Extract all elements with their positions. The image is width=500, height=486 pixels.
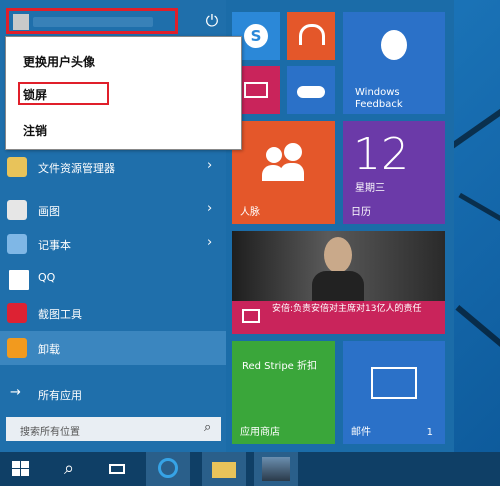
headphones-icon	[299, 24, 325, 45]
cloud-icon	[297, 86, 325, 98]
calendar-weekday: 星期三	[355, 183, 385, 194]
list-item-snipping-tool[interactable]: 截图工具	[0, 296, 226, 330]
task-view-icon[interactable]	[104, 452, 132, 486]
user-account-button[interactable]	[6, 8, 178, 34]
tile-windows-feedback[interactable]: Windows Feedback	[343, 12, 445, 114]
app-label: 文件资源管理器	[38, 162, 115, 175]
wallpaper-beam	[458, 192, 500, 233]
search-placeholder: 搜索所有位置	[20, 427, 80, 438]
menu-item-lock-screen[interactable]: 锁屏	[23, 86, 47, 103]
arrow-right-icon: →	[10, 385, 21, 400]
app-label: 截图工具	[38, 308, 82, 321]
chevron-right-icon[interactable]: ›	[207, 158, 212, 173]
tile-label: 应用商店	[240, 427, 280, 438]
taskbar-explorer-button[interactable]	[202, 452, 246, 486]
list-item-uninstall[interactable]: 卸载	[0, 331, 226, 365]
taskbar-ie-button[interactable]	[146, 452, 190, 486]
chevron-right-icon[interactable]: ›	[207, 235, 212, 250]
app-label: 卸载	[38, 343, 60, 356]
paint-icon	[7, 200, 27, 220]
list-item-qq[interactable]: QQ	[0, 261, 226, 295]
tile-store[interactable]: Red Stripe 折扣 应用商店	[232, 341, 335, 444]
power-icon[interactable]: ⏻	[201, 10, 223, 32]
list-item-paint[interactable]: 画图 ›	[0, 193, 226, 227]
feedback-person-icon	[381, 30, 407, 60]
calendar-day: 12	[353, 129, 409, 180]
photo-icon	[262, 457, 290, 481]
taskbar: ⌕	[0, 452, 500, 486]
snipping-tool-icon	[7, 303, 27, 323]
start-button[interactable]	[6, 452, 38, 486]
news-photo	[232, 231, 445, 301]
tile-people[interactable]: 人脉	[232, 121, 335, 224]
tile-mail[interactable]: 邮件 1	[343, 341, 445, 444]
menu-item-change-avatar[interactable]: 更换用户头像	[23, 53, 95, 70]
video-icon	[244, 82, 268, 98]
news-headline: 安倍:负责安倍对主席对13亿人的责任	[272, 304, 422, 314]
search-icon[interactable]: ⌕	[55, 452, 83, 486]
tile-onedrive[interactable]	[287, 66, 335, 114]
folder-icon	[212, 462, 236, 478]
tile-label: 人脉	[240, 207, 260, 218]
tile-calendar[interactable]: 12 星期三 日历	[343, 121, 445, 224]
taskbar-photo-button[interactable]	[254, 452, 298, 486]
app-label: 记事本	[38, 239, 71, 252]
chevron-right-icon[interactable]: ›	[207, 201, 212, 216]
mail-count-badge: 1	[426, 427, 433, 438]
notepad-icon	[7, 234, 27, 254]
skype-icon: S	[244, 24, 268, 48]
people-icon	[262, 143, 304, 183]
uninstall-icon	[7, 338, 27, 358]
list-item-notepad[interactable]: 记事本 ›	[0, 227, 226, 261]
all-apps-button[interactable]: → 所有应用	[0, 377, 226, 411]
user-name	[33, 17, 153, 27]
account-menu: 更换用户头像 锁屏 注销	[5, 36, 242, 150]
tile-label: Windows Feedback	[355, 87, 403, 110]
search-icon[interactable]: ⌕	[204, 420, 211, 435]
qq-icon	[7, 268, 31, 292]
tile-label: 邮件	[351, 427, 371, 438]
search-input[interactable]: 搜索所有位置 ⌕	[6, 417, 221, 441]
user-icon	[13, 14, 29, 30]
mail-icon	[371, 367, 417, 399]
news-icon	[242, 309, 260, 323]
app-label: QQ	[38, 271, 56, 284]
folder-icon	[7, 157, 27, 177]
list-item-file-explorer[interactable]: 文件资源管理器 ›	[0, 150, 226, 184]
menu-item-sign-out[interactable]: 注销	[23, 122, 47, 139]
all-apps-label: 所有应用	[38, 389, 82, 402]
tile-music[interactable]	[287, 12, 335, 60]
tile-label: 日历	[351, 207, 371, 218]
wallpaper-beam	[455, 304, 500, 362]
app-label: 画图	[38, 205, 60, 218]
tile-news[interactable]: 安倍:负责安倍对主席对13亿人的责任	[232, 231, 445, 334]
internet-explorer-icon	[158, 458, 178, 478]
wallpaper-beam	[446, 94, 500, 152]
store-promo: Red Stripe 折扣	[242, 361, 318, 372]
